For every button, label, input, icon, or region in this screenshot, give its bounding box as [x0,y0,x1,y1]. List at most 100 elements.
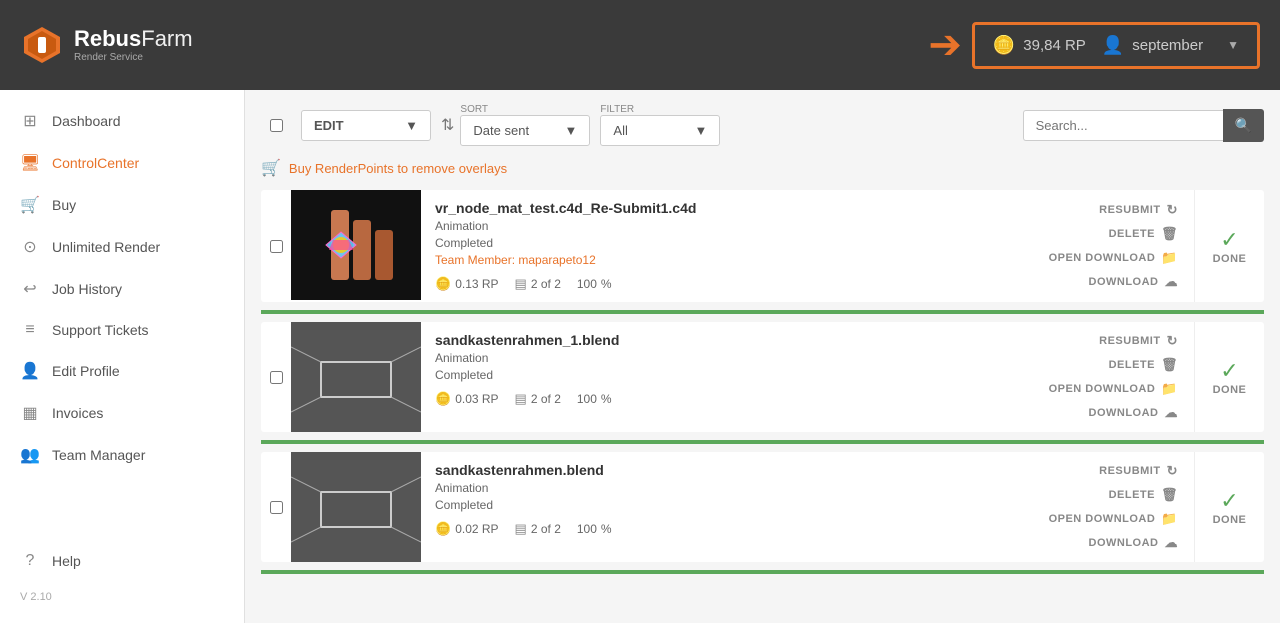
sidebar-label-team-manager: Team Manager [52,447,145,463]
user-area[interactable]: 🪙 39,84 RP 👤 september ▼ [972,22,1260,69]
sidebar-item-help[interactable]: ? Help [0,541,244,581]
cost-icon-2: 🪙 [435,391,451,407]
buy-banner-text: Buy RenderPoints to remove overlays [289,161,507,176]
resubmit-btn-3[interactable]: RESUBMIT ↻ [1095,461,1182,481]
job-member-1: Team Member: maparapeto12 [435,253,1019,267]
select-all-input[interactable] [270,119,283,132]
edit-dropdown-button[interactable]: EDIT ▼ [301,110,431,141]
job-checkbox-input-2[interactable] [270,371,283,384]
sort-dropdown-button[interactable]: Date sent ▼ [460,115,590,146]
job-checkbox-input-1[interactable] [270,240,283,253]
job-cost-3: 🪙 0.02 RP [435,521,499,537]
version-label: V 2.10 [0,581,244,613]
progress-symbol-3: % [601,522,612,536]
search-input[interactable] [1023,110,1223,141]
job-type-3: Animation [435,481,1019,495]
search-button[interactable]: 🔍 [1223,109,1264,142]
frames-value-3: 2 of 2 [531,522,561,536]
resubmit-btn-2[interactable]: RESUBMIT ↻ [1095,331,1182,351]
green-bar-3 [261,570,1264,574]
sidebar-item-buy[interactable]: 🛒 Buy [0,184,244,226]
job-progress-3: 100 % [577,522,612,536]
sidebar-item-controlcenter[interactable]: 🖥 ControlCenter [0,142,244,184]
invoices-icon: ▦ [20,403,40,423]
search-area: 🔍 [1023,109,1264,142]
frames-value-1: 2 of 2 [531,277,561,291]
job-type-2: Animation [435,351,1019,365]
sidebar-label-edit-profile: Edit Profile [52,363,120,379]
sort-sublabel: SORT [460,104,590,115]
job-history-icon: ↩ [20,279,40,299]
resubmit-label-2: RESUBMIT [1099,335,1160,347]
job-checkbox-input-3[interactable] [270,501,283,514]
sidebar-item-job-history[interactable]: ↩ Job History [0,268,244,310]
job-actions-2: RESUBMIT ↻ DELETE 🗑 OPEN DOWNLOAD 📁 DOWN… [1033,322,1194,432]
resubmit-icon-3: ↻ [1167,463,1178,479]
resubmit-btn-1[interactable]: RESUBMIT ↻ [1095,200,1182,220]
search-icon: 🔍 [1235,117,1252,133]
done-label-3: DONE [1213,514,1247,526]
delete-btn-1[interactable]: DELETE 🗑 [1105,224,1182,244]
job-checkbox-1[interactable] [261,190,291,302]
sidebar: ⊞ Dashboard 🖥 ControlCenter 🛒 Buy ⊙ Unli… [0,90,245,623]
delete-btn-3[interactable]: DELETE 🗑 [1105,485,1182,505]
green-bar-2 [261,440,1264,444]
delete-label-3: DELETE [1109,489,1155,501]
open-download-label-1: OPEN DOWNLOAD [1049,252,1156,264]
download-btn-3[interactable]: DOWNLOAD ☁ [1085,533,1183,553]
buy-banner[interactable]: 🛒 Buy RenderPoints to remove overlays [261,158,1264,178]
job-name-3: sandkastenrahmen.blend [435,462,1019,478]
filter-value: All [613,123,627,138]
open-download-icon-3: 📁 [1161,511,1178,527]
job-row-3: sandkastenrahmen.blend Animation Complet… [261,452,1264,562]
resubmit-label-1: RESUBMIT [1099,204,1160,216]
header: RebusFarm Render Service ➔ 🪙 39,84 RP 👤 … [0,0,1280,90]
frames-icon-2: ▤ [515,391,527,407]
download-btn-2[interactable]: DOWNLOAD ☁ [1085,403,1183,423]
logo: RebusFarm Render Service [20,23,193,67]
resubmit-label-3: RESUBMIT [1099,465,1160,477]
done-check-1: ✓ [1220,227,1238,253]
sidebar-label-controlcenter: ControlCenter [52,155,139,171]
job-actions-3: RESUBMIT ↻ DELETE 🗑 OPEN DOWNLOAD 📁 DOWN… [1033,452,1194,562]
open-download-label-3: OPEN DOWNLOAD [1049,513,1156,525]
sidebar-item-dashboard[interactable]: ⊞ Dashboard [0,100,244,142]
delete-label-1: DELETE [1109,228,1155,240]
job-details-3: sandkastenrahmen.blend Animation Complet… [421,452,1033,562]
filter-group: FILTER All ▼ [600,104,720,146]
select-all-checkbox[interactable] [261,119,291,132]
sort-value: Date sent [473,123,529,138]
done-check-3: ✓ [1220,488,1238,514]
open-download-btn-2[interactable]: OPEN DOWNLOAD 📁 [1045,379,1182,399]
job-details-1: vr_node_mat_test.c4d_Re-Submit1.c4d Anim… [421,190,1033,302]
job-stats-1: 🪙 0.13 RP ▤ 2 of 2 100 % [435,276,1019,292]
cost-value-1: 0.13 RP [455,277,498,291]
delete-label-2: DELETE [1109,359,1155,371]
job-checkbox-3[interactable] [261,452,291,562]
open-download-btn-3[interactable]: OPEN DOWNLOAD 📁 [1045,509,1182,529]
download-btn-1[interactable]: DOWNLOAD ☁ [1085,272,1183,292]
content-area: EDIT ▼ ⇅ SORT Date sent ▼ FILTER All ▼ [245,90,1280,623]
user-dropdown-arrow[interactable]: ▼ [1227,38,1239,52]
job-checkbox-2[interactable] [261,322,291,432]
open-download-icon-1: 📁 [1161,250,1178,266]
sidebar-item-unlimited-render[interactable]: ⊙ Unlimited Render [0,226,244,268]
filter-dropdown-arrow: ▼ [695,123,708,138]
sidebar-item-team-manager[interactable]: 👥 Team Manager [0,434,244,476]
cart-icon: 🛒 [261,158,281,178]
sidebar-label-help: Help [52,553,81,569]
frames-value-2: 2 of 2 [531,392,561,406]
sidebar-item-edit-profile[interactable]: 👤 Edit Profile [0,350,244,392]
done-area-1: ✓ DONE [1194,190,1264,302]
delete-btn-2[interactable]: DELETE 🗑 [1105,355,1182,375]
download-icon-1: ☁ [1165,274,1179,290]
sidebar-item-support-tickets[interactable]: ≡ Support Tickets [0,310,244,350]
open-download-btn-1[interactable]: OPEN DOWNLOAD 📁 [1045,248,1182,268]
done-area-2: ✓ DONE [1194,322,1264,432]
edit-profile-icon: 👤 [20,361,40,381]
controlcenter-icon: 🖥 [20,153,40,173]
filter-dropdown-button[interactable]: All ▼ [600,115,720,146]
sidebar-item-invoices[interactable]: ▦ Invoices [0,392,244,434]
cost-icon-3: 🪙 [435,521,451,537]
download-label-3: DOWNLOAD [1089,537,1159,549]
